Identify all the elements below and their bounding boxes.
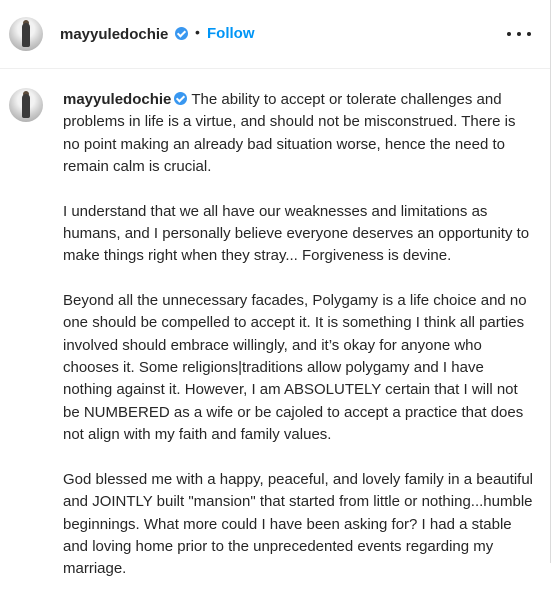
- verified-badge-icon: [174, 92, 188, 105]
- more-dot: [507, 32, 511, 36]
- post-header: mayyuledochie • Follow: [0, 0, 550, 69]
- verified-badge-icon: [175, 27, 188, 40]
- caption-paragraph-2: I understand that we all have our weakne…: [63, 202, 530, 265]
- caption-paragraph-4: God blessed me with a happy, peaceful, a…: [63, 470, 533, 578]
- avatar-figure: [22, 23, 30, 47]
- separator-dot: •: [195, 24, 200, 40]
- more-dot: [527, 32, 531, 36]
- caption-paragraph-1: mayyuledochie The ability to accept or to…: [63, 89, 533, 179]
- avatar[interactable]: [9, 17, 43, 51]
- more-options-icon[interactable]: [507, 24, 531, 44]
- avatar-figure: [22, 94, 30, 118]
- caption-username[interactable]: mayyuledochie: [63, 91, 171, 108]
- caption-paragraph-3: Beyond all the unnecessary facades, Poly…: [63, 291, 527, 444]
- post-panel: mayyuledochie • Follow mayyuledochie The …: [0, 0, 551, 577]
- header-username[interactable]: mayyuledochie: [60, 26, 168, 43]
- more-dot: [517, 32, 521, 36]
- post-caption: mayyuledochie The ability to accept or to…: [63, 89, 533, 603]
- caption-avatar[interactable]: [9, 88, 43, 122]
- follow-button[interactable]: Follow: [207, 25, 255, 42]
